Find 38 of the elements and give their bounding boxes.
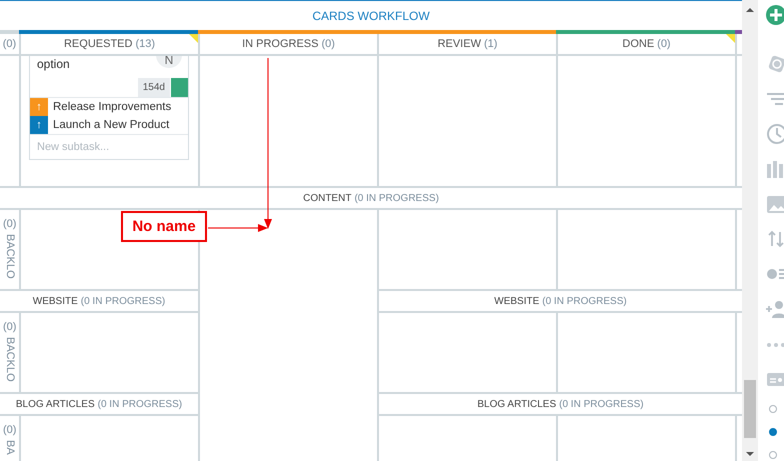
lane-header[interactable]: WEBSITE (0 IN PROGRESS)	[379, 291, 742, 311]
lane-header[interactable]: BLOG ARTICLES (0 IN PROGRESS)	[379, 394, 742, 414]
column-header[interactable]: REQUESTED (13)	[21, 34, 198, 54]
add-user-icon[interactable]	[765, 298, 784, 320]
lane-count: (0)	[3, 321, 16, 333]
columns-icon[interactable]	[765, 158, 784, 180]
priority-icon: ↑	[30, 116, 48, 134]
scroll-thumb[interactable]	[744, 380, 756, 438]
page-dot[interactable]	[769, 405, 777, 413]
avatar[interactable]: N	[156, 56, 182, 68]
clock-icon[interactable]	[765, 123, 784, 145]
subtask-link[interactable]: Release Improvements	[53, 101, 172, 113]
scrollbar[interactable]	[742, 0, 758, 461]
page-dot[interactable]	[769, 428, 777, 436]
scroll-down-icon[interactable]	[746, 452, 754, 456]
lane-label: BACKLO	[4, 337, 16, 382]
lane-header[interactable]: BLOG ARTICLES (0 IN PROGRESS)	[0, 394, 198, 414]
lane-header[interactable]: CONTENT (0 IN PROGRESS)	[0, 188, 742, 208]
board-cell	[737, 416, 742, 461]
lane-header[interactable]: WEBSITE (0 IN PROGRESS)	[0, 291, 198, 311]
callout-label: No name	[121, 211, 207, 242]
lane-count: (0)	[3, 424, 16, 436]
column-header[interactable]: REVIEW (1)	[379, 34, 556, 54]
task-card[interactable]: option N 154d ↑ Release Improvements ↑ Launch a New Product New subtask...	[29, 56, 189, 160]
subtask-link[interactable]: Launch a New Product	[53, 119, 170, 131]
column-header[interactable]: IN PROGRESS (0)	[200, 34, 377, 54]
page-dot[interactable]	[769, 451, 777, 459]
age-badge: 154d	[138, 78, 170, 97]
image-icon[interactable]	[765, 193, 784, 215]
column-header[interactable]: DONE (0)	[558, 34, 735, 54]
card-title: option	[37, 57, 70, 71]
add-icon[interactable]	[765, 4, 784, 26]
priority-icon: ↑	[30, 98, 48, 116]
lane-label: BA	[4, 440, 16, 455]
lane-count: (0)	[3, 218, 16, 230]
column-header[interactable]	[737, 34, 742, 54]
scroll-up-icon[interactable]	[746, 8, 754, 12]
lane-label: BACKLO	[4, 234, 16, 279]
